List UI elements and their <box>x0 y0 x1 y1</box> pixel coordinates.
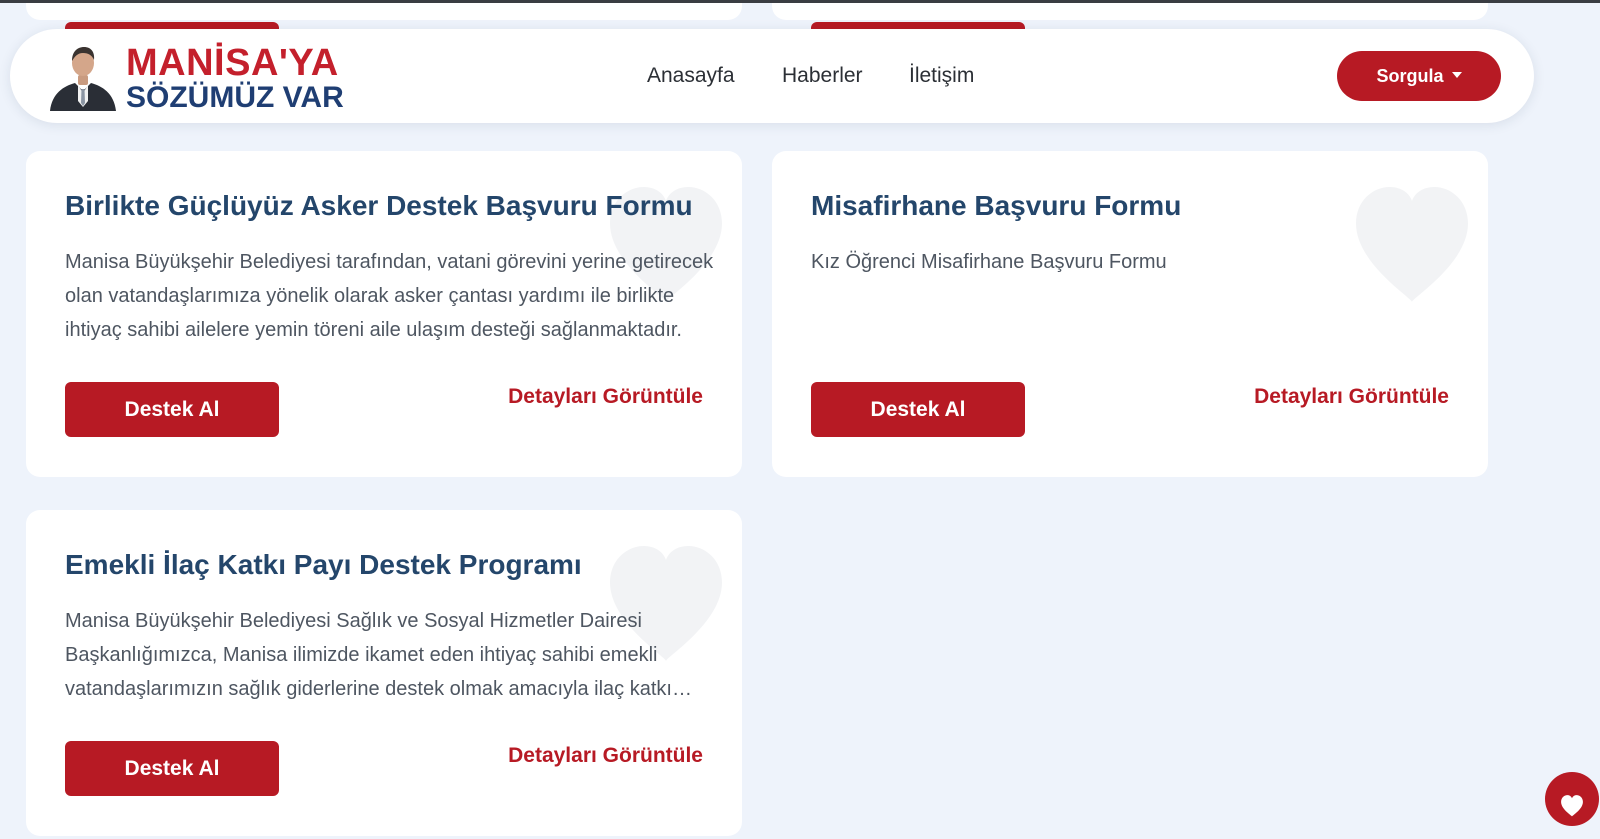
card-description: Kız Öğrenci Misafirhane Başvuru Formu <box>811 251 1167 273</box>
mayor-photo-icon <box>50 47 116 111</box>
site-logo[interactable]: MANİSA'YA SÖZÜMÜZ VAR <box>48 41 358 114</box>
heart-icon <box>1561 795 1583 817</box>
floating-heart-button[interactable] <box>1545 772 1599 826</box>
caret-down-icon <box>1451 71 1462 78</box>
details-link[interactable]: Detayları Görüntüle <box>508 744 703 768</box>
card-title: Birlikte Güçlüyüz Asker Destek Başvuru F… <box>65 190 693 221</box>
card-description: Manisa Büyükşehir Belediyesi tarafından,… <box>65 251 714 341</box>
details-link[interactable]: Detayları Görüntüle <box>1254 385 1449 409</box>
site-header: MANİSA'YA SÖZÜMÜZ VAR Anasayfa Haberler … <box>10 29 1534 123</box>
destek-al-button[interactable]: Destek Al <box>811 382 1025 437</box>
destek-al-button[interactable]: Destek Al <box>65 741 279 796</box>
card-title: Emekli İlaç Katkı Payı Destek Programı <box>65 549 582 580</box>
card-scrolled-left <box>26 0 742 20</box>
card-title: Misafirhane Başvuru Formu <box>811 190 1182 221</box>
support-card-misafirhane: Misafirhane Başvuru Formu Kız Öğrenci Mi… <box>772 151 1488 477</box>
sorgula-label: Sorgula <box>1376 65 1444 86</box>
logo-line2: SÖZÜMÜZ VAR <box>126 81 344 114</box>
nav-haberler[interactable]: Haberler <box>782 29 863 123</box>
nav-iletisim[interactable]: İletişim <box>909 29 974 123</box>
nav-anasayfa[interactable]: Anasayfa <box>647 29 735 123</box>
card-scrolled-right <box>772 0 1488 20</box>
destek-al-button[interactable]: Destek Al <box>65 382 279 437</box>
logo-line1: MANİSA'YA <box>126 42 339 84</box>
browser-top-border <box>0 0 1600 3</box>
card-description: Manisa Büyükşehir Belediyesi Sağlık ve S… <box>65 610 672 700</box>
heart-watermark-icon <box>1356 187 1468 302</box>
details-link[interactable]: Detayları Görüntüle <box>508 385 703 409</box>
support-card-asker: Birlikte Güçlüyüz Asker Destek Başvuru F… <box>26 151 742 477</box>
sorgula-dropdown-button[interactable]: Sorgula <box>1337 51 1501 101</box>
support-card-emekli-ilac: Emekli İlaç Katkı Payı Destek Programı M… <box>26 510 742 836</box>
